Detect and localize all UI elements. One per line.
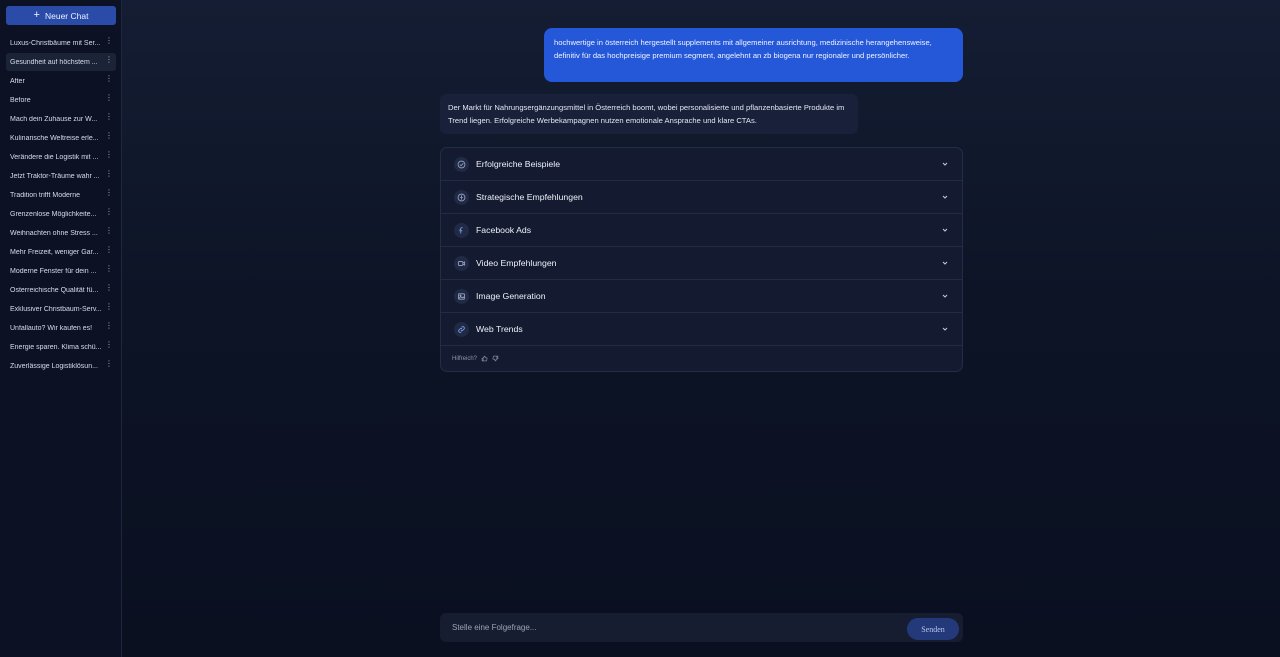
accordion-image-generation[interactable]: Image Generation: [441, 280, 962, 313]
check-circle-icon: [454, 156, 469, 172]
more-options-icon[interactable]: ⋮: [105, 37, 113, 45]
feedback-label: Hilfreich?: [452, 355, 478, 362]
more-options-icon[interactable]: ⋮: [105, 341, 113, 349]
chevron-down-icon: [942, 195, 948, 199]
history-item-label: Zuverlässige Logistiklösun...: [10, 362, 98, 370]
history-item-label: Jetzt Traktor-Träume wahr ...: [10, 172, 100, 180]
accordion-strategische-empfehlungen[interactable]: Strategische Empfehlungen: [441, 181, 962, 214]
history-item[interactable]: Before ⋮: [6, 91, 116, 109]
history-item-label: Luxus-Christbäume mit Ser...: [10, 39, 101, 47]
more-options-icon[interactable]: ⋮: [105, 151, 113, 159]
history-item-label: Before: [10, 96, 31, 104]
history-item-label: Gesundheit auf höchstem ...: [10, 58, 98, 66]
accordion-web-trends[interactable]: Web Trends: [441, 313, 962, 346]
accordion-title: Video Empfehlungen: [476, 258, 557, 268]
history-item[interactable]: Österreichische Qualität fü... ⋮: [6, 281, 116, 299]
accordion-erfolgreiche-beispiele[interactable]: Erfolgreiche Beispiele: [441, 148, 962, 181]
facebook-icon: [454, 222, 469, 238]
accordion-title: Facebook Ads: [476, 225, 532, 235]
chat-history-list: Luxus-Christbäume mit Ser... ⋮ Gesundheit…: [0, 34, 122, 376]
link-icon: [454, 321, 469, 337]
history-item[interactable]: Grenzenlose Möglichkeite... ⋮: [6, 205, 116, 223]
more-options-icon[interactable]: ⋮: [105, 208, 113, 216]
sidebar: + Neuer Chat Luxus-Christbäume mit Ser..…: [0, 0, 122, 657]
more-options-icon[interactable]: ⋮: [105, 246, 113, 254]
accordion-video-empfehlungen[interactable]: Video Empfehlungen: [441, 247, 962, 280]
thumbs-up-icon[interactable]: [481, 355, 488, 362]
accordion-title: Erfolgreiche Beispiele: [476, 159, 561, 169]
more-options-icon[interactable]: ⋮: [105, 227, 113, 235]
thumbs-down-icon[interactable]: [492, 355, 499, 362]
history-item-label: Energie sparen. Klima schü...: [10, 343, 102, 351]
history-item-label: Weihnachten ohne Stress ...: [10, 229, 98, 237]
accordion-title: Web Trends: [476, 324, 523, 334]
history-item[interactable]: Mehr Freizeit, weniger Gar... ⋮: [6, 243, 116, 261]
history-item[interactable]: After ⋮: [6, 72, 116, 90]
history-item-label: Verändere die Logistik mit ...: [10, 153, 99, 161]
history-item[interactable]: Unfallauto? Wir kaufen es! ⋮: [6, 319, 116, 337]
compass-icon: [454, 189, 469, 205]
history-item[interactable]: Verändere die Logistik mit ... ⋮: [6, 148, 116, 166]
history-item-label: Unfallauto? Wir kaufen es!: [10, 324, 93, 332]
send-button[interactable]: Senden: [907, 618, 959, 640]
history-item[interactable]: Zuverlässige Logistiklösun... ⋮: [6, 357, 116, 375]
history-item[interactable]: Luxus-Christbäume mit Ser... ⋮: [6, 34, 116, 52]
history-item[interactable]: Energie sparen. Klima schü... ⋮: [6, 338, 116, 356]
assistant-message-bubble: Der Markt für Nahrungsergänzungsmittel i…: [440, 94, 858, 134]
follow-up-input[interactable]: [440, 613, 900, 642]
more-options-icon[interactable]: ⋮: [105, 322, 113, 330]
more-options-icon[interactable]: ⋮: [105, 189, 113, 197]
more-options-icon[interactable]: ⋮: [105, 75, 113, 83]
more-options-icon[interactable]: ⋮: [105, 94, 113, 102]
plus-icon: +: [33, 8, 40, 21]
more-options-icon[interactable]: ⋮: [105, 56, 113, 64]
results-accordion: Erfolgreiche Beispiele Strategische Empf…: [440, 147, 963, 372]
history-item[interactable]: Moderne Fenster für dein ... ⋮: [6, 262, 116, 280]
more-options-icon[interactable]: ⋮: [105, 360, 113, 368]
history-item[interactable]: Exklusiver Christbaum-Serv... ⋮: [6, 300, 116, 318]
chevron-down-icon: [942, 228, 948, 232]
image-icon: [454, 288, 469, 304]
more-options-icon[interactable]: ⋮: [105, 170, 113, 178]
history-item[interactable]: Jetzt Traktor-Träume wahr ... ⋮: [6, 167, 116, 185]
history-item-label: Österreichische Qualität fü...: [10, 286, 99, 294]
history-item-label: Mehr Freizeit, weniger Gar...: [10, 248, 99, 256]
history-item-label: After: [10, 77, 25, 85]
feedback-row: Hilfreich?: [452, 355, 499, 362]
history-item-label: Grenzenlose Möglichkeite...: [10, 210, 97, 218]
new-chat-label: Neuer Chat: [44, 10, 89, 21]
video-icon: [454, 255, 469, 271]
chevron-down-icon: [942, 261, 948, 265]
history-item[interactable]: Weihnachten ohne Stress ... ⋮: [6, 224, 116, 242]
history-item-label: Exklusiver Christbaum-Serv...: [10, 305, 102, 313]
more-options-icon[interactable]: ⋮: [105, 303, 113, 311]
user-message-bubble: hochwertige in österreich hergestellt su…: [544, 28, 963, 82]
more-options-icon[interactable]: ⋮: [105, 132, 113, 140]
chevron-down-icon: [942, 294, 948, 298]
history-item[interactable]: Kulinarische Weltreise erle... ⋮: [6, 129, 116, 147]
new-chat-button[interactable]: + Neuer Chat: [6, 6, 116, 25]
accordion-title: Strategische Empfehlungen: [476, 192, 583, 202]
history-item[interactable]: Tradition trifft Moderne ⋮: [6, 186, 116, 204]
more-options-icon[interactable]: ⋮: [105, 284, 113, 292]
history-item[interactable]: Mach dein Zuhause zur W... ⋮: [6, 110, 116, 128]
chevron-down-icon: [942, 162, 948, 166]
history-item-label: Moderne Fenster für dein ...: [10, 267, 97, 275]
history-item-active[interactable]: Gesundheit auf höchstem ... ⋮: [6, 53, 116, 71]
history-item-label: Tradition trifft Moderne: [10, 191, 81, 199]
follow-up-composer: Senden: [440, 613, 963, 642]
chevron-down-icon: [942, 327, 948, 331]
history-item-label: Kulinarische Weltreise erle...: [10, 134, 99, 142]
accordion-facebook-ads[interactable]: Facebook Ads: [441, 214, 962, 247]
accordion-title: Image Generation: [476, 291, 546, 301]
more-options-icon[interactable]: ⋮: [105, 113, 113, 121]
history-item-label: Mach dein Zuhause zur W...: [10, 115, 98, 123]
more-options-icon[interactable]: ⋮: [105, 265, 113, 273]
